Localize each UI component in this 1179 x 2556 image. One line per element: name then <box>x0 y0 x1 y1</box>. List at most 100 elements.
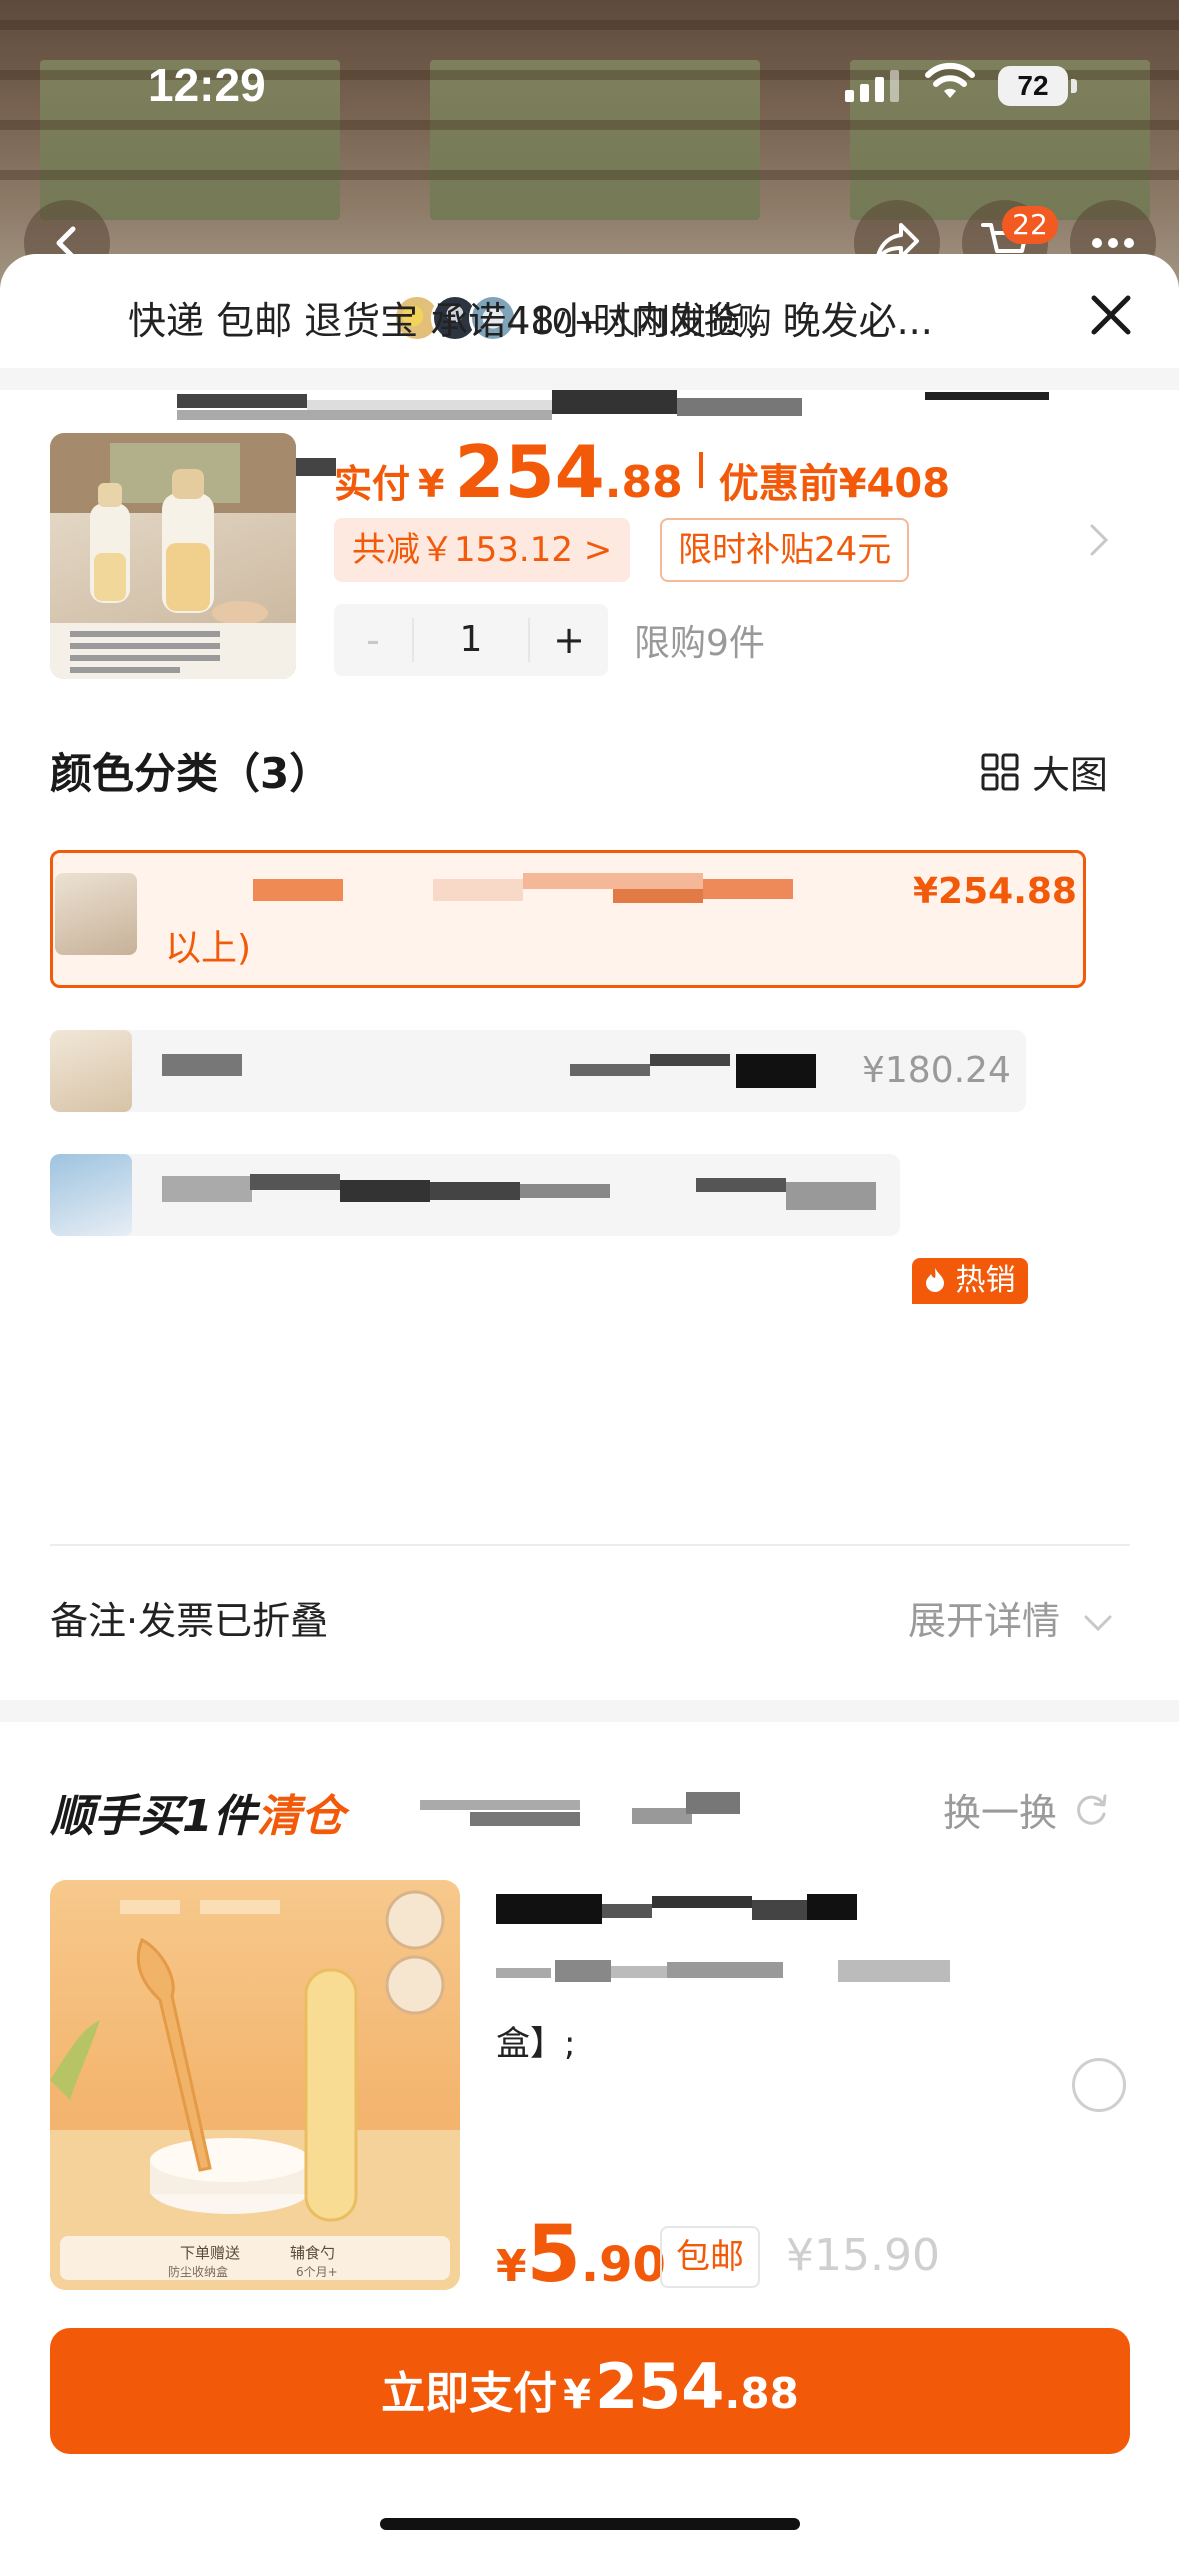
redacted-address-block <box>677 398 802 416</box>
upsell-title-accent: 清仓 <box>256 1791 345 1842</box>
refresh-icon <box>1077 1794 1107 1825</box>
redacted-address-block <box>307 400 552 410</box>
hot-sale-label: 热销 <box>955 1263 1016 1298</box>
upsell-title: 顺手买1件清仓 <box>50 1780 345 1844</box>
chevron-right-icon <box>1088 522 1112 567</box>
color-section-title: 颜色分类（3） <box>50 749 332 798</box>
redacted-upsell-name <box>632 1808 692 1824</box>
redacted-option-name <box>786 1182 876 1210</box>
currency-symbol: ¥ <box>563 2372 591 2418</box>
baby-spoon-image: 下单赠送 防尘收纳盒 辅食勺 6个月+ <box>50 1890 460 2290</box>
redacted-upsell-title <box>838 1960 950 1982</box>
cart-count-badge: 22 <box>1002 206 1058 244</box>
divider <box>50 1544 1130 1546</box>
pay-now-label: 立即支付 <box>381 2368 558 2419</box>
redacted-option-name <box>703 879 793 899</box>
upsell-select-radio[interactable] <box>1072 2058 1126 2112</box>
option-thumbnail <box>50 1030 132 1112</box>
upsell-price-decimal: .90 <box>580 2237 666 2293</box>
redacted-option-name <box>736 1054 816 1088</box>
actual-pay-label: 实付 <box>334 462 411 506</box>
decrease-button[interactable]: - <box>334 618 412 662</box>
wifi-icon <box>925 62 975 98</box>
option-price: ¥180.24 <box>862 1050 1011 1091</box>
home-indicator <box>380 2518 800 2530</box>
quantity-stepper: - 1 + <box>334 604 608 676</box>
big-view-label: 大图 <box>1032 753 1109 797</box>
redacted-address-block <box>552 390 677 414</box>
redacted-option-name <box>650 1054 730 1066</box>
redacted-upsell-title <box>667 1962 783 1978</box>
order-sheet: 10+人刚刚抢购 快递 包邮 退货宝 承诺48小时内发货，晚发必... 实付 ¥… <box>0 254 1179 2556</box>
redacted-upsell-title <box>611 1966 667 1978</box>
image-text: 防尘收纳盒 <box>168 2264 228 2279</box>
redacted-option-name <box>162 1054 242 1076</box>
redacted-option-name <box>162 1176 252 1202</box>
color-option-3[interactable] <box>50 1154 900 1236</box>
redacted-option-name <box>250 1174 340 1190</box>
color-option-2[interactable]: ¥180.24 <box>50 1030 1026 1112</box>
chevron-down-icon <box>1084 1615 1112 1632</box>
image-text: 下单赠送 <box>180 2244 240 2262</box>
upsell-price: ¥ 5 .90 <box>496 2210 666 2300</box>
expand-details-label: 展开详情 <box>908 1599 1061 1643</box>
battery-level: 72 <box>998 66 1068 106</box>
redacted-option-name <box>520 1184 610 1198</box>
redacted-option-name <box>696 1178 786 1192</box>
remarks-invoice-label: 备注·发票已折叠 <box>50 1599 329 1643</box>
price-separator <box>698 452 703 488</box>
price-decimal: .88 <box>604 457 683 508</box>
redacted-address-block <box>925 392 1049 400</box>
redacted-upsell-title <box>496 1968 551 1978</box>
currency-symbol: ¥ <box>418 462 445 506</box>
upsell-title-tail: 盒】; <box>496 2024 576 2064</box>
pay-price-decimal: .88 <box>724 2369 799 2418</box>
background-slat <box>0 170 1179 180</box>
image-text: 6个月+ <box>296 2265 338 2279</box>
redacted-option-name <box>430 1182 520 1200</box>
redacted-upsell-name <box>420 1800 580 1810</box>
redacted-upsell-name <box>470 1812 580 1826</box>
redacted-option-name <box>613 889 703 903</box>
redacted-option-name <box>340 1180 430 1202</box>
redacted-address-block <box>177 410 552 420</box>
product-thumbnail[interactable] <box>50 433 296 679</box>
increase-button[interactable]: + <box>530 618 608 662</box>
redacted-upsell-title <box>652 1896 752 1908</box>
original-price: 优惠前¥408 <box>718 461 951 507</box>
upsell-original-price: ¥15.90 <box>786 2230 940 2281</box>
price-integer: 254 <box>454 430 605 514</box>
redacted-option-name <box>570 1064 650 1076</box>
upsell-title-main: 顺手买1件 <box>50 1791 257 1842</box>
upsell-price-integer: 5 <box>526 2210 581 2300</box>
option-name-tail: 以上) <box>165 928 252 969</box>
redacted-upsell-title <box>555 1960 611 1982</box>
option-price: ¥254.88 <box>913 871 1077 912</box>
swap-button[interactable]: 换一换 <box>943 1782 1111 1837</box>
subsidy-tag: 限时补贴24元 <box>660 518 910 582</box>
status-time: 12:29 <box>148 59 266 111</box>
quantity-value[interactable]: 1 <box>412 618 530 662</box>
redacted-option-name <box>523 873 703 889</box>
purchase-limit: 限购9件 <box>634 623 765 664</box>
pay-price-integer: 254 <box>595 2350 725 2423</box>
currency-symbol: ¥ <box>496 2241 527 2292</box>
image-text: 辅食勺 <box>290 2244 335 2262</box>
color-option-1[interactable]: ¥254.88 以上) <box>50 850 1086 988</box>
big-view-toggle[interactable]: 大图 <box>980 744 1108 799</box>
upsell-product-image[interactable]: 下单赠送 防尘收纳盒 辅食勺 6个月+ <box>50 1880 460 2290</box>
grid-icon <box>981 753 1019 790</box>
more-dots-icon <box>1092 238 1134 248</box>
option-thumbnail <box>55 873 137 955</box>
discount-detail-button[interactable]: 共减￥153.12 > <box>334 518 631 582</box>
expand-details-button[interactable]: 展开详情 <box>908 1590 1114 1645</box>
pay-now-button[interactable]: 立即支付 ¥ 254 .88 <box>50 2328 1130 2454</box>
close-icon[interactable] <box>1080 284 1142 346</box>
delivery-info: 快递 包邮 退货宝 承诺48小时内发货，晚发必... <box>128 299 933 343</box>
price-summary: 实付 ¥ 254 .88 优惠前¥408 <box>334 430 951 514</box>
redacted-upsell-title <box>602 1904 652 1918</box>
redacted-address-block <box>177 394 307 408</box>
status-bar: 12:29 72 <box>0 0 1179 130</box>
section-divider <box>0 368 1179 390</box>
redacted-option-name <box>253 879 343 901</box>
